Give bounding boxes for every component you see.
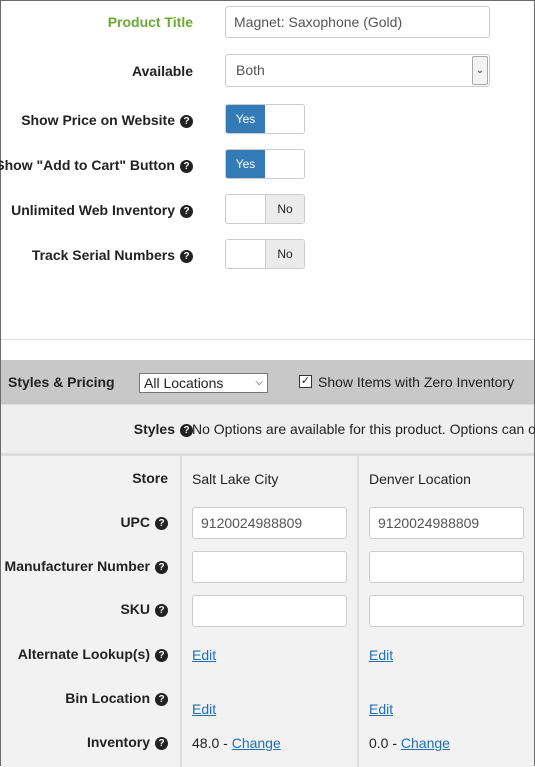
help-icon[interactable]: ?: [155, 693, 168, 706]
available-value: Both: [236, 62, 265, 78]
show-cart-label: Show "Add to Cart" Button?: [0, 157, 193, 173]
show-cart-label-text: Show "Add to Cart" Button: [0, 157, 175, 173]
unlimited-inventory-toggle-no: No: [265, 195, 304, 223]
styles-message: No Options are available for this produc…: [192, 421, 535, 437]
column-divider: [180, 456, 182, 767]
help-icon[interactable]: ?: [155, 649, 168, 662]
styles-row: Styles? No Options are available for thi…: [1, 404, 535, 453]
show-cart-toggle[interactable]: Yes: [225, 149, 305, 179]
inventory-value: 0.0 - Change: [369, 735, 450, 751]
available-label: Available: [132, 63, 193, 79]
styles-pricing-toolbar: Styles & Pricing All Locations ⌵ ✓ Show …: [1, 360, 534, 404]
checkmark-icon: ✓: [300, 375, 311, 387]
inventory-change-link[interactable]: Change: [232, 735, 281, 751]
track-serial-label-text: Track Serial Numbers: [31, 247, 175, 263]
section-divider: [1, 339, 534, 340]
unlimited-inventory-label: Unlimited Web Inventory?: [11, 202, 193, 218]
upc-input[interactable]: 9120024988809: [192, 507, 347, 539]
bin-location-edit-link[interactable]: Edit: [369, 701, 393, 717]
product-title-label: Product Title: [107, 14, 193, 30]
unlimited-inventory-label-text: Unlimited Web Inventory: [11, 202, 175, 218]
store-label: Store: [132, 470, 168, 486]
alternate-lookup-edit-link[interactable]: Edit: [369, 647, 393, 663]
location-select[interactable]: All Locations ⌵: [139, 373, 268, 393]
alternate-lookup-label: Alternate Lookup(s)?: [18, 646, 168, 662]
sku-input[interactable]: [369, 595, 524, 627]
help-icon[interactable]: ?: [180, 115, 193, 128]
upc-input[interactable]: 9120024988809: [369, 507, 524, 539]
zero-inventory-checkbox[interactable]: ✓: [299, 375, 312, 388]
chevron-down-icon: ⌵: [255, 377, 263, 388]
alternate-lookup-edit-link[interactable]: Edit: [192, 647, 216, 663]
column-divider: [357, 456, 359, 767]
show-price-toggle-yes: Yes: [226, 105, 265, 133]
zero-inventory-label[interactable]: Show Items with Zero Inventory: [318, 374, 514, 390]
inventory-label: Inventory?: [87, 734, 168, 750]
bin-location-edit-link[interactable]: Edit: [192, 701, 216, 717]
available-select[interactable]: Both ⌄: [225, 54, 490, 87]
show-cart-toggle-yes: Yes: [226, 150, 265, 178]
bin-location-label: Bin Location?: [65, 690, 168, 706]
help-icon[interactable]: ?: [155, 604, 168, 617]
track-serial-toggle[interactable]: No: [225, 239, 305, 269]
manufacturer-number-input[interactable]: [192, 551, 347, 583]
track-serial-label: Track Serial Numbers?: [32, 247, 193, 263]
sku-label: SKU?: [120, 601, 168, 617]
track-serial-toggle-no: No: [265, 240, 304, 268]
show-price-toggle[interactable]: Yes: [225, 104, 305, 134]
upc-label: UPC?: [120, 514, 168, 530]
styles-label: Styles?: [134, 421, 193, 437]
store-name: Salt Lake City: [192, 471, 279, 487]
show-price-label: Show Price on Website?: [21, 112, 193, 128]
inventory-label-text: Inventory: [86, 734, 150, 750]
inventory-amount: 0.0 -: [369, 735, 401, 751]
product-title-input[interactable]: Magnet: Saxophone (Gold): [225, 6, 490, 38]
styles-label-text: Styles: [133, 421, 175, 437]
help-icon[interactable]: ?: [155, 517, 168, 530]
store-name: Denver Location: [369, 471, 471, 487]
help-icon[interactable]: ?: [155, 561, 168, 574]
sku-label-text: SKU: [120, 601, 150, 617]
location-select-value: All Locations: [144, 375, 224, 391]
inventory-amount: 48.0 -: [192, 735, 232, 751]
manufacturer-label-text: Manufacturer Number: [4, 558, 150, 574]
inventory-value: 48.0 - Change: [192, 735, 281, 751]
manufacturer-number-input[interactable]: [369, 551, 524, 583]
alternate-lookup-label-text: Alternate Lookup(s): [17, 646, 150, 662]
upc-label-text: UPC: [120, 514, 150, 530]
help-icon[interactable]: ?: [180, 160, 193, 173]
bin-location-label-text: Bin Location: [65, 690, 150, 706]
help-icon[interactable]: ?: [155, 737, 168, 750]
styles-pricing-title: Styles & Pricing: [8, 374, 115, 390]
unlimited-inventory-toggle[interactable]: No: [225, 194, 305, 224]
help-icon[interactable]: ?: [180, 250, 193, 263]
manufacturer-label: Manufacturer Number?: [5, 558, 168, 574]
show-price-label-text: Show Price on Website: [21, 112, 175, 128]
chevron-down-icon: ⌄: [472, 56, 488, 85]
help-icon[interactable]: ?: [180, 205, 193, 218]
sku-input[interactable]: [192, 595, 347, 627]
inventory-change-link[interactable]: Change: [401, 735, 450, 751]
